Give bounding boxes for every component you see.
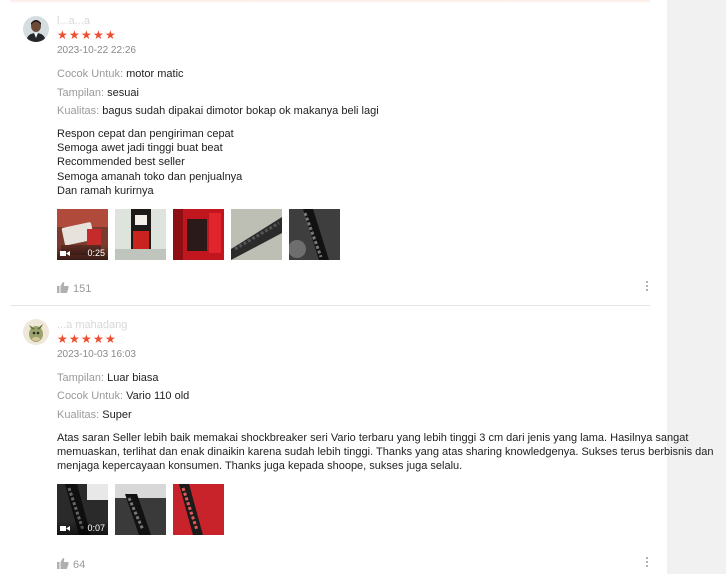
review-text-line: Dan ramah kurirnya bbox=[57, 184, 154, 197]
review-text-line: menjaga kepercayaan konsumen. Thanks jug… bbox=[57, 460, 463, 473]
review-photo-thumbnail[interactable] bbox=[173, 209, 224, 260]
review-video-thumbnail[interactable]: 0:25 bbox=[57, 209, 108, 260]
attribute-value: motor matic bbox=[126, 68, 184, 80]
review-attribute: Kualitas: bagus sudah dipakai dimotor bo… bbox=[57, 105, 379, 117]
review-media-list: 0:07 bbox=[57, 484, 224, 535]
review-attribute: Tampilan: Luar biasa bbox=[57, 372, 159, 384]
star-icon: ★ bbox=[105, 332, 116, 346]
attribute-key: Cocok Untuk: bbox=[57, 390, 124, 402]
thumbs-up-icon bbox=[57, 556, 69, 574]
star-icon: ★ bbox=[57, 28, 68, 42]
attribute-key: Tampilan: bbox=[57, 372, 105, 384]
attribute-key: Tampilan: bbox=[57, 87, 105, 99]
review-text-line: Atas saran Seller lebih baik memakai sho… bbox=[57, 432, 689, 444]
star-icon: ★ bbox=[81, 332, 92, 346]
review-text-line: Respon cepat dan pengiriman cepat bbox=[57, 128, 234, 140]
review-photo-thumbnail[interactable] bbox=[289, 209, 340, 260]
reviewer-avatar[interactable] bbox=[23, 16, 49, 42]
reviewer-username[interactable]: ...a mahadang bbox=[57, 319, 127, 331]
attribute-key: Kualitas: bbox=[57, 409, 100, 421]
review-attribute: Cocok Untuk: motor matic bbox=[57, 68, 184, 80]
attribute-key: Kualitas: bbox=[57, 105, 100, 117]
star-icon: ★ bbox=[57, 332, 68, 346]
rating-stars: ★ ★ ★ ★ ★ bbox=[57, 332, 116, 346]
review-date: 2023-10-03 16:03 bbox=[57, 349, 136, 360]
video-duration: 0:07 bbox=[87, 523, 105, 533]
attribute-value: sesuai bbox=[107, 87, 139, 99]
star-icon: ★ bbox=[69, 28, 80, 42]
review-date: 2023-10-22 22:26 bbox=[57, 45, 136, 56]
review-photo-thumbnail[interactable] bbox=[115, 484, 166, 535]
review-media-list: 0:25 bbox=[57, 209, 340, 260]
like-count: 64 bbox=[73, 559, 86, 571]
review-text-line: memuaskan, terlihat dan enak dinaikin ka… bbox=[57, 446, 714, 459]
reviewer-username[interactable]: l...a...a bbox=[57, 15, 90, 27]
more-vertical-icon[interactable] bbox=[646, 557, 649, 569]
video-overlay: 0:25 bbox=[57, 246, 108, 260]
star-icon: ★ bbox=[69, 332, 80, 346]
video-duration: 0:25 bbox=[87, 248, 105, 258]
review-photo-thumbnail[interactable] bbox=[231, 209, 282, 260]
star-icon: ★ bbox=[93, 332, 104, 346]
review-photo-thumbnail[interactable] bbox=[115, 209, 166, 260]
review-text: Atas saran Seller lebih baik memakai sho… bbox=[57, 431, 714, 474]
reviewer-avatar[interactable] bbox=[23, 319, 49, 345]
review-attribute: Tampilan: sesuai bbox=[57, 87, 139, 99]
star-icon: ★ bbox=[93, 28, 104, 42]
review-attribute: Cocok Untuk: Vario 110 old bbox=[57, 390, 189, 402]
attribute-value: Super bbox=[102, 409, 132, 421]
like-button[interactable]: 151 bbox=[57, 280, 91, 298]
review-item: l...a...a ★ ★ ★ ★ ★ 2023-10-22 22:26 Coc… bbox=[10, 0, 650, 306]
video-camera-icon bbox=[60, 525, 70, 532]
thumbs-up-icon bbox=[57, 280, 69, 298]
review-attribute: Kualitas: Super bbox=[57, 409, 132, 421]
review-text-line: Semoga amanah toko dan penjualnya bbox=[57, 170, 243, 183]
page-gutter bbox=[667, 0, 726, 574]
review-item: ...a mahadang ★ ★ ★ ★ ★ 2023-10-03 16:03… bbox=[10, 306, 714, 574]
review-photo-thumbnail[interactable] bbox=[173, 484, 224, 535]
review-text: Respon cepat dan pengiriman cepat Semoga… bbox=[57, 127, 657, 198]
review-video-thumbnail[interactable]: 0:07 bbox=[57, 484, 108, 535]
rating-stars: ★ ★ ★ ★ ★ bbox=[57, 28, 116, 42]
more-vertical-icon[interactable] bbox=[646, 281, 649, 293]
star-icon: ★ bbox=[105, 28, 116, 42]
video-overlay: 0:07 bbox=[57, 521, 108, 535]
attribute-key: Cocok Untuk: bbox=[57, 68, 124, 80]
attribute-value: Luar biasa bbox=[107, 372, 159, 384]
star-icon: ★ bbox=[81, 28, 92, 42]
review-text-line: Semoga awet jadi tinggi buat beat bbox=[57, 142, 223, 155]
attribute-value: Vario 110 old bbox=[126, 390, 190, 402]
attribute-value: bagus sudah dipakai dimotor bokap ok mak… bbox=[102, 105, 379, 117]
like-button[interactable]: 64 bbox=[57, 556, 85, 574]
like-count: 151 bbox=[73, 283, 92, 295]
review-text-line: Recommended best seller bbox=[57, 156, 185, 169]
video-camera-icon bbox=[60, 250, 70, 257]
